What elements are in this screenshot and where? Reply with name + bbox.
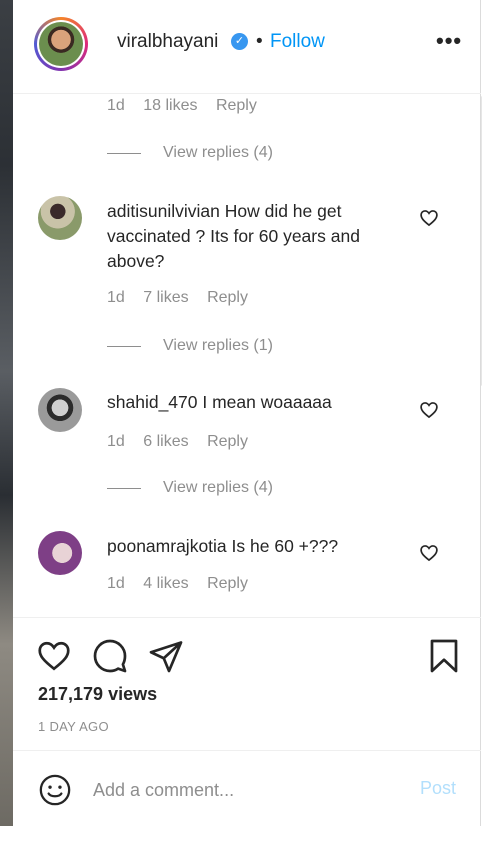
view-replies-label: View replies (4) [163,479,273,496]
comment-text-block: shahid_470 I mean woaaaaa [107,390,397,415]
comment-likes[interactable]: 7 likes [143,289,188,306]
reply-button[interactable]: Reply [207,575,248,592]
comment-likes[interactable]: 6 likes [143,433,188,450]
follow-button[interactable]: Follow [270,31,325,53]
divider-line [107,487,141,489]
separator-dot: • [256,31,263,52]
reply-button[interactable]: Reply [207,433,248,450]
post-actions: 217,179 views 1 DAY AGO Post [13,617,481,826]
comment-text-block: poonamrajkotia Is he 60 +??? [107,534,397,559]
view-replies-button[interactable]: View replies (4) [107,479,273,497]
commenter-avatar[interactable] [38,388,82,432]
view-replies-label: View replies (1) [163,337,273,354]
emoji-icon[interactable] [38,773,72,807]
comment-time: 1d [107,289,125,306]
like-comment-heart-icon[interactable] [419,543,439,563]
post-header: viralbhayani ✓ • Follow ••• [13,0,481,94]
comment-time: 1d [107,433,125,450]
post-button[interactable]: Post [420,778,456,799]
view-replies-button[interactable]: View replies (1) [107,337,273,355]
more-options-icon[interactable]: ••• [436,28,462,54]
header-username[interactable]: viralbhayani [117,31,218,53]
comment-meta: 1d 7 likes Reply [107,289,262,307]
comment-meta: 1d 4 likes Reply [107,575,262,593]
commenter-username[interactable]: shahid_470 [107,392,198,412]
commenter-avatar[interactable] [38,196,82,240]
page-bottom-margin [0,826,500,846]
commenter-avatar[interactable] [38,531,82,575]
comment-time: 1d [107,97,125,114]
like-comment-heart-icon[interactable] [419,400,439,420]
add-comment-bar: Post [13,750,481,827]
verified-badge-icon: ✓ [231,33,248,50]
post-side-panel: viralbhayani ✓ • Follow ••• 1d 18 likes … [13,0,481,826]
reply-button[interactable]: Reply [207,289,248,306]
like-comment-heart-icon[interactable] [419,208,439,228]
view-replies-button[interactable]: View replies (4) [107,144,273,162]
divider-line [107,345,141,347]
share-icon[interactable] [148,638,184,674]
comment-body: Is he 60 +??? [231,536,339,556]
comment-meta: 1d 6 likes Reply [107,433,262,451]
post-timestamp[interactable]: 1 DAY AGO [38,719,109,734]
heart-icon[interactable] [36,638,72,674]
comment-likes[interactable]: 18 likes [143,97,197,114]
commenter-username[interactable]: poonamrajkotia [107,536,227,556]
comment-text-block: aditisunilvivian How did he get vaccinat… [107,199,397,274]
reply-button[interactable]: Reply [216,97,257,114]
comment-input[interactable] [93,775,393,805]
comment-meta: 1d 18 likes Reply [107,97,271,115]
avatar-image [39,22,83,66]
avatar[interactable] [34,17,88,71]
background-video-frame [0,0,13,826]
divider-line [107,152,141,154]
commenter-username[interactable]: aditisunilvivian [107,201,220,221]
view-count[interactable]: 217,179 views [38,684,157,705]
comment-time: 1d [107,575,125,592]
comment-icon[interactable] [92,638,128,674]
comment-likes[interactable]: 4 likes [143,575,188,592]
bookmark-icon[interactable] [426,638,462,674]
view-replies-label: View replies (4) [163,144,273,161]
comment-body: I mean woaaaaa [202,392,332,412]
